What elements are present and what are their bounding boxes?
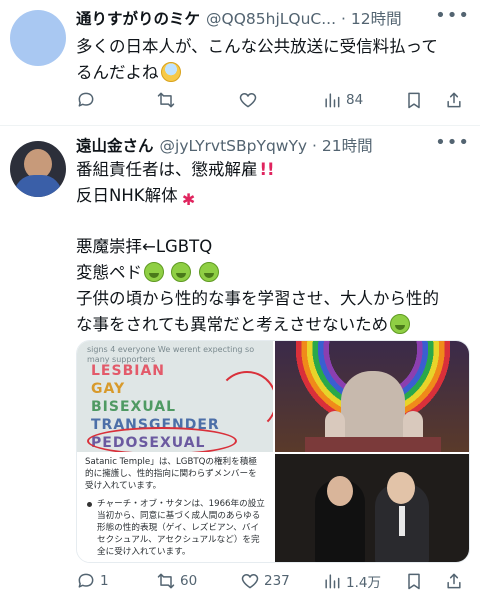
retweet-button[interactable]: 60	[156, 567, 197, 595]
reply-icon	[78, 573, 94, 588]
reply-icon	[78, 92, 94, 107]
shirt-detail	[399, 506, 405, 536]
handle-text: @QQ85hjLQuC...	[206, 10, 337, 28]
tweet-text: 多くの日本人が、こんな公共放送に受信料払って るんだよね	[76, 34, 466, 86]
share-button[interactable]	[444, 567, 464, 595]
bookmark-button[interactable]	[404, 86, 424, 114]
tweet-line-text: 変態ペド	[76, 263, 142, 282]
tweet-header: 遠山金さん @jyLYrvtSBpYqwYy · 21時間	[76, 133, 470, 159]
views-count: 1.4万	[346, 575, 381, 591]
tweet-line: 子供の頃から性的な事を学習させ、大人から性的	[76, 289, 439, 308]
retweet-button[interactable]	[156, 86, 180, 114]
avatar[interactable]	[10, 10, 66, 66]
tweet-line-with-emoji: 反日NHK解体 ✱	[76, 183, 466, 209]
media-image-photo[interactable]	[275, 454, 469, 562]
handle-text: @jyLYrvtSBpYqwYy	[159, 137, 308, 155]
sign-word: GAY	[91, 381, 126, 397]
tweet-line: 多くの日本人が、こんな公共放送に受信料払って	[76, 37, 438, 56]
reply-button[interactable]: 1	[76, 567, 109, 595]
sign-caption: signs 4 everyone We werent expecting so …	[87, 345, 255, 364]
bookmark-button[interactable]	[404, 567, 424, 595]
share-button[interactable]	[444, 86, 464, 114]
tweet-text: 番組責任者は、懲戒解雇!! 反日NHK解体 ✱ 悪魔崇拝←LGBTQ 変態ペド 子…	[76, 157, 466, 338]
document-text: Satanic Temple」は、LGBTQの権利を積極的に擁護し、性的指向に関…	[85, 457, 257, 491]
sign-word: LESBIAN	[91, 363, 165, 379]
like-button[interactable]: 237	[240, 567, 290, 595]
tweet-line-text: 番組責任者は、懲戒解雇	[76, 160, 258, 179]
tweet[interactable]: 通りすがりのミケ @QQ85hjLQuC... · 12時間 ••• 多くの日本人…	[0, 0, 480, 126]
heart-icon	[239, 92, 257, 108]
views-button[interactable]: 84	[322, 86, 363, 114]
views-count: 84	[346, 92, 364, 108]
tweet-line: 悪魔崇拝←LGBTQ	[76, 237, 213, 256]
user-handle[interactable]: @jyLYrvtSBpYqwYy · 21時間	[160, 137, 373, 155]
tweet-line-with-emoji: 変態ペド	[76, 260, 466, 286]
nauseated-face-icon	[198, 262, 219, 282]
tweet-line-with-emoji: るんだよね	[76, 60, 466, 86]
sign-word: BISEXUAL	[91, 399, 177, 415]
tweet[interactable]: 遠山金さん @jyLYrvtSBpYqwYy · 21時間 ••• 番組責任者は、…	[0, 127, 480, 606]
statue-base	[305, 437, 441, 452]
timestamp[interactable]: 21時間	[322, 137, 373, 155]
red-swirl-mark	[217, 371, 273, 431]
action-bar: 1 60 237 1.4万	[76, 567, 470, 595]
more-icon[interactable]: •••	[435, 134, 470, 152]
media-image-document[interactable]: Satanic Temple」は、LGBTQの権利を積極的に擁護し、性的指向に関…	[77, 454, 273, 562]
like-button[interactable]	[238, 86, 262, 114]
tweet-line-text: な事をされても異常だと考えさせないため	[76, 315, 389, 334]
person-head	[327, 476, 353, 506]
statue-figure	[341, 371, 405, 441]
separator: ·	[312, 137, 317, 155]
heart-icon	[241, 573, 259, 589]
tweet-line-text: 反日NHK解体	[76, 186, 178, 205]
reply-count: 1	[100, 573, 109, 589]
scream-emoji-icon	[160, 62, 181, 82]
views-icon	[325, 574, 340, 589]
red-circle-mark	[87, 427, 237, 452]
retweet-icon	[157, 573, 175, 589]
document-bullet: チャーチ・オブ・サタンは、1966年の設立当初から、同意に基づく成人間のあらゆる…	[85, 498, 265, 558]
retweet-count: 60	[180, 573, 198, 589]
anger-symbol-icon: ✱	[181, 190, 196, 209]
separator: ·	[340, 10, 346, 28]
retweet-icon	[157, 92, 175, 108]
share-icon	[447, 92, 461, 108]
user-handle[interactable]: @QQ85hjLQuC... · 12時間	[206, 10, 402, 28]
views-button[interactable]: 1.4万	[322, 567, 381, 595]
double-exclamation-icon: !!	[259, 160, 275, 179]
nauseated-face-icon	[144, 262, 164, 282]
share-icon	[447, 573, 461, 589]
media-image-sign[interactable]: signs 4 everyone We werent expecting so …	[77, 341, 273, 452]
display-name[interactable]: 遠山金さん	[76, 137, 154, 155]
timestamp[interactable]: 12時間	[351, 10, 402, 28]
tweet-line-text: るんだよね	[76, 63, 159, 82]
nauseated-face-icon	[171, 262, 192, 282]
tweet-line-with-emoji: な事をされても異常だと考えさせないため	[76, 312, 466, 338]
nauseated-face-icon	[390, 314, 411, 334]
tweet-header: 通りすがりのミケ @QQ85hjLQuC... · 12時間	[76, 6, 470, 32]
avatar-kimono	[14, 175, 62, 197]
display-name[interactable]: 通りすがりのミケ	[76, 10, 200, 28]
media-image-statue[interactable]	[275, 341, 469, 452]
views-icon	[325, 93, 340, 108]
avatar[interactable]	[10, 141, 66, 197]
bookmark-icon	[408, 573, 420, 590]
more-icon[interactable]: •••	[435, 7, 470, 25]
like-count: 237	[264, 573, 290, 589]
tweet-line-with-emoji: 番組責任者は、懲戒解雇!!	[76, 157, 466, 183]
reply-button[interactable]	[76, 86, 100, 114]
bookmark-icon	[408, 92, 420, 109]
action-bar: 84	[76, 86, 470, 114]
media-grid: signs 4 everyone We werent expecting so …	[76, 340, 470, 563]
person-head	[387, 472, 415, 504]
